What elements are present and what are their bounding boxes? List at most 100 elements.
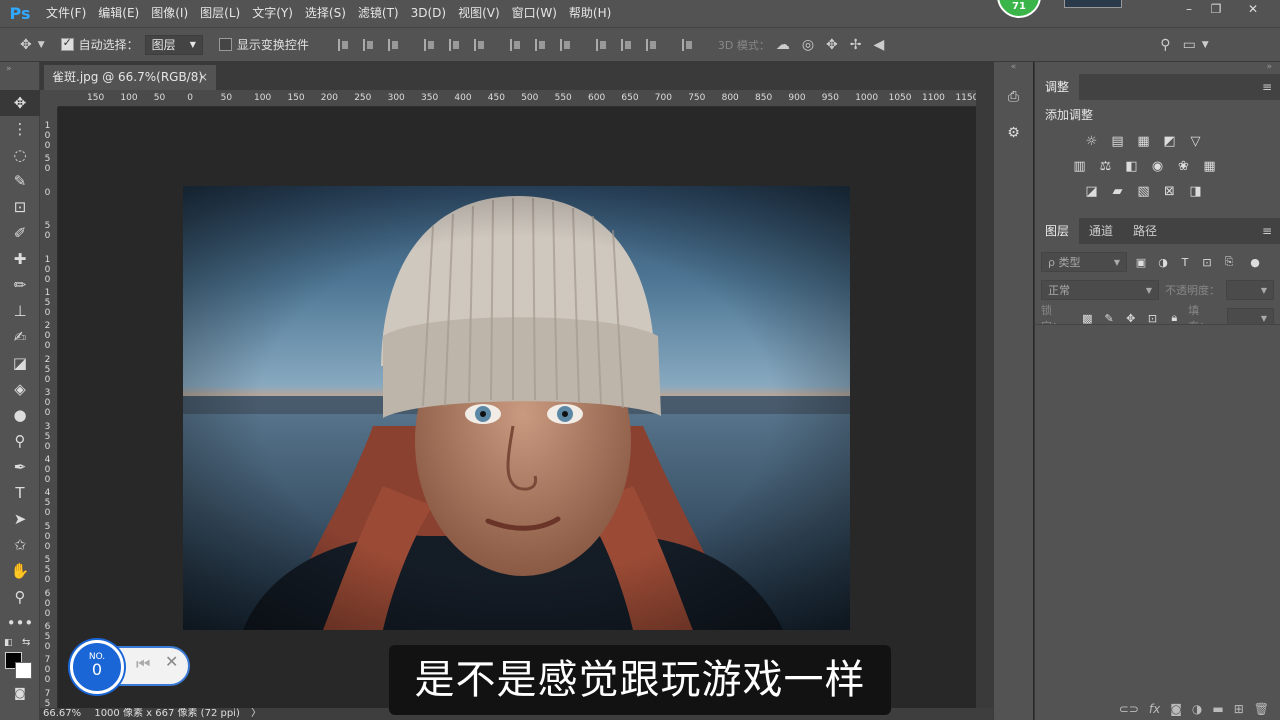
align-left-icon[interactable] — [423, 38, 435, 51]
chevron-down-icon[interactable]: ▼ — [1202, 40, 1209, 50]
quick-select-tool-icon[interactable]: ✎ — [0, 168, 40, 194]
close-icon[interactable]: ✕ — [1240, 0, 1266, 18]
3d-orbit-icon[interactable]: ☁ — [776, 37, 790, 53]
tab-channels[interactable]: 通道 — [1079, 218, 1123, 244]
more-tools-icon[interactable]: ••• — [0, 610, 40, 636]
tab-paths[interactable]: 路径 — [1123, 218, 1167, 244]
path-select-tool-icon[interactable]: ➤ — [0, 506, 40, 532]
blur-tool-icon[interactable]: ● — [0, 402, 40, 428]
menu-window[interactable]: 窗口(W) — [506, 0, 563, 27]
filter-type-icon[interactable]: T — [1177, 256, 1193, 269]
blend-mode-dropdown[interactable]: 正常 ▼ — [1041, 280, 1159, 300]
menu-type[interactable]: 文字(Y) — [246, 0, 299, 27]
zoom-tool-icon[interactable]: ⚲ — [0, 584, 40, 610]
crop-tool-icon[interactable]: ⊡ — [0, 194, 40, 220]
photo-filter-icon[interactable]: ◉ — [1149, 158, 1166, 175]
lock-position-icon[interactable]: ✥ — [1123, 312, 1139, 325]
type-tool-icon[interactable]: T — [0, 480, 40, 506]
tab-layers[interactable]: 图层 — [1035, 218, 1080, 244]
opacity-field[interactable]: ▼ — [1226, 280, 1274, 300]
layer-style-icon[interactable]: fx — [1149, 702, 1160, 716]
minimize-icon[interactable]: – — [1176, 0, 1202, 18]
gradient-map-icon[interactable]: ◨ — [1187, 183, 1204, 200]
show-transform-checkbox[interactable] — [218, 38, 232, 51]
ruler-corner[interactable] — [40, 90, 58, 107]
auto-select-dropdown[interactable]: 图层 ▼ — [144, 34, 203, 55]
collapse-icon[interactable]: » — [0, 62, 39, 90]
status-menu-arrow[interactable]: 〉 — [251, 708, 261, 719]
3d-slide-icon[interactable]: ✢ — [850, 37, 862, 53]
new-group-icon[interactable]: ▬ — [1212, 702, 1223, 716]
vertical-scrollbar[interactable] — [976, 90, 993, 708]
curves-icon[interactable]: ▦ — [1135, 133, 1152, 150]
healing-tool-icon[interactable]: ✚ — [0, 246, 40, 272]
new-layer-icon[interactable]: ⊞ — [1234, 702, 1244, 716]
menu-image[interactable]: 图像(I) — [145, 0, 194, 27]
filter-shape-icon[interactable]: ⊡ — [1199, 256, 1215, 269]
vibrance-icon[interactable]: ▽ — [1187, 133, 1204, 150]
swap-colors-icon[interactable]: ⇆ — [22, 637, 30, 648]
chevron-down-icon[interactable]: ▼ — [38, 40, 45, 50]
background-color-swatch[interactable] — [15, 662, 32, 679]
menu-help[interactable]: 帮助(H) — [563, 0, 617, 27]
workspace-icon[interactable]: ▭ — [1183, 37, 1196, 53]
auto-align-icon[interactable] — [681, 38, 693, 51]
layers-list[interactable] — [1035, 324, 1280, 698]
selective-color-icon[interactable]: ⊠ — [1161, 183, 1178, 200]
invert-icon[interactable]: ◪ — [1083, 183, 1100, 200]
filter-smart-object-icon[interactable]: ⎘ — [1221, 255, 1237, 269]
default-colors-icon[interactable]: ◧ — [4, 638, 13, 648]
distribute-vcenter-icon[interactable] — [534, 38, 546, 51]
horizontal-ruler[interactable]: 150 100 50 0 50 100 150 200 250 300 350 400 450 500 55… — [58, 90, 976, 107]
lock-all-icon[interactable]: 🔒︎ — [1166, 311, 1182, 325]
lock-artboard-icon[interactable]: ⊡ — [1145, 312, 1161, 325]
menu-file[interactable]: 文件(F) — [40, 0, 92, 27]
align-right-icon[interactable] — [473, 38, 485, 51]
move-tool-preset-icon[interactable]: ✥ — [20, 37, 32, 53]
distribute-top-icon[interactable] — [509, 38, 521, 51]
pen-tool-icon[interactable]: ✒ — [0, 454, 40, 480]
3d-roll-icon[interactable]: ◎ — [802, 37, 814, 53]
align-hcenter-icon[interactable] — [448, 38, 460, 51]
exposure-icon[interactable]: ◩ — [1161, 133, 1178, 150]
properties-panel-icon[interactable]: ⚙ — [1001, 120, 1027, 146]
zoom-level[interactable]: 66.67% — [43, 708, 81, 719]
stamp-tool-icon[interactable]: ⊥ — [0, 298, 40, 324]
marquee-tool-icon[interactable]: ⋮ — [0, 116, 40, 142]
menu-view[interactable]: 视图(V) — [452, 0, 506, 27]
hue-saturation-icon[interactable]: ▥ — [1071, 158, 1088, 175]
menu-filter[interactable]: 滤镜(T) — [352, 0, 405, 27]
auto-select-checkbox[interactable] — [60, 36, 74, 51]
lasso-tool-icon[interactable]: ◌ — [0, 142, 40, 168]
align-top-icon[interactable] — [337, 38, 349, 51]
3d-pan-icon[interactable]: ✥ — [826, 37, 838, 53]
channel-mixer-icon[interactable]: ❀ — [1175, 158, 1192, 175]
brightness-icon[interactable]: ☼ — [1083, 133, 1100, 150]
eraser-tool-icon[interactable]: ◪ — [0, 350, 40, 376]
dodge-tool-icon[interactable]: ⚲ — [0, 428, 40, 454]
panel-menu-icon[interactable]: ≡ — [1262, 224, 1272, 238]
skip-back-icon[interactable]: ⏮ — [136, 654, 150, 674]
shape-tool-icon[interactable]: ✩ — [0, 532, 40, 558]
paint-bucket-tool-icon[interactable]: ◈ — [0, 376, 40, 402]
search-icon[interactable]: ⚲ — [1160, 37, 1170, 53]
lock-pixels-icon[interactable]: ✎ — [1101, 312, 1117, 325]
history-brush-tool-icon[interactable]: ✍ — [0, 324, 40, 350]
close-tab-icon[interactable]: × — [198, 65, 208, 90]
vertical-ruler[interactable]: 1 0 0 5 0 0 5 0 1 0 0 1 5 0 2 0 0 2 5 0 3 0 0 3 5… — [40, 107, 58, 708]
brush-tool-icon[interactable]: ✏ — [0, 272, 40, 298]
panel-menu-icon[interactable]: ≡ — [1262, 80, 1272, 94]
posterize-icon[interactable]: ▰ — [1109, 183, 1126, 200]
threshold-icon[interactable]: ▧ — [1135, 183, 1152, 200]
color-balance-icon[interactable]: ⚖ — [1097, 158, 1114, 175]
tab-adjustments[interactable]: 调整 — [1035, 74, 1080, 100]
menu-select[interactable]: 选择(S) — [299, 0, 352, 27]
menu-layer[interactable]: 图层(L) — [194, 0, 246, 27]
history-panel-icon[interactable]: ⎙ — [1001, 84, 1027, 110]
expand-icon[interactable]: » — [1035, 62, 1280, 74]
filter-adjustment-icon[interactable]: ◑ — [1155, 256, 1171, 269]
link-layers-icon[interactable]: ⊂⊃ — [1119, 702, 1139, 716]
portrait-photo[interactable] — [183, 186, 850, 630]
delete-layer-icon[interactable]: 🗑︎ — [1254, 702, 1269, 716]
close-icon[interactable]: ✕ — [165, 652, 178, 671]
